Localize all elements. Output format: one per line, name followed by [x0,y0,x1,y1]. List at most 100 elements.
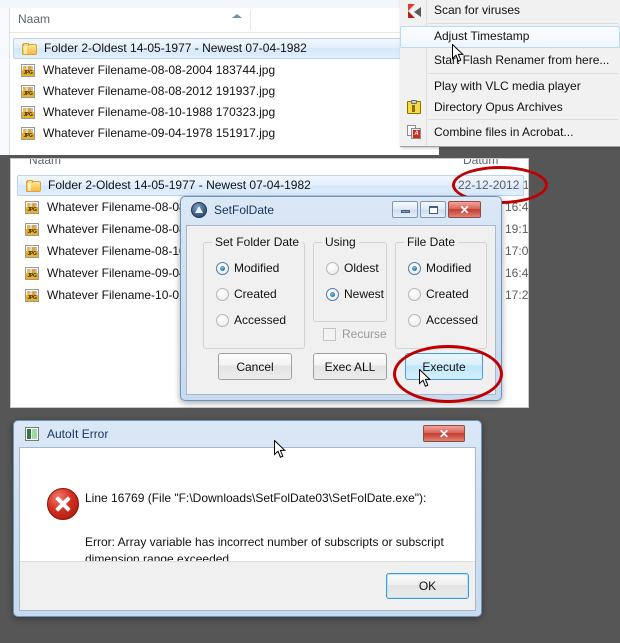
close-button[interactable]: ✕ [423,425,465,442]
jpg-file-icon: JPG [21,105,37,120]
error-message-line1: Error: Array variable has incorrect numb… [85,535,444,549]
error-icon [47,488,79,520]
group-set-folder-date: Set Folder Date Modified Created Accesse… [203,235,305,349]
file-name: Folder 2-Oldest 14-05-1977 - Newest 07-0… [44,41,307,55]
radio-dot [216,314,229,327]
context-menu-item-label: Scan for viruses [434,3,521,17]
maximize-button[interactable] [420,201,446,218]
jpg-file-icon: JPG [21,63,37,78]
context-menu-item-adjust-timestamp[interactable]: Adjust Timestamp [400,26,620,48]
left-rail [0,8,10,155]
file-name: Whatever Filename-08-08 [47,222,186,236]
close-icon: ✕ [459,203,470,217]
context-menu-item-label: Adjust Timestamp [434,29,530,43]
context-menu-item-scan-for-viruses[interactable]: Scan for viruses [401,0,619,22]
autoit-error-title: AutoIt Error [47,427,109,441]
context-menu-item-start-flash-renamer[interactable]: Start Flash Renamer from here... [401,50,619,72]
group-using: Using Oldest Newest [313,235,387,322]
ok-button[interactable]: OK [386,573,469,599]
minimize-button[interactable] [392,201,418,218]
execute-button[interactable]: Execute [405,353,483,380]
radio-label: Accessed [234,313,287,327]
file-name: Whatever Filename-08-08 [47,200,186,214]
context-menu-item-play-with-vlc[interactable]: Play with VLC media player [401,76,619,98]
jpg-file-icon: JPG [25,200,41,215]
group-caption: Using [322,235,359,249]
context-menu-item-label: Play with VLC media player [434,79,581,93]
setfoldate-dialog: SetFolDate ✕ Set Folder Date Modified Cr… [180,196,502,401]
cancel-button-label: Cancel [236,359,274,374]
setfoldate-title: SetFolDate [214,203,275,217]
jpg-file-icon: JPG [25,244,41,259]
jpg-file-icon: JPG [21,126,37,141]
directory-opus-icon [407,100,422,115]
file-name: Whatever Filename-09-04-1978 151917.jpg [43,126,276,140]
execute-button-label: Execute [422,359,466,374]
file-row-folder[interactable]: Folder 2-Oldest 14-05-1977 - Newest 07-0… [13,38,427,59]
sort-ascending-icon [232,14,242,18]
column-header-row-middle[interactable]: Naam Datum [11,159,528,172]
context-menu: Scan for viruses Adjust Timestamp Start … [400,0,620,147]
radio-dot [216,262,229,275]
file-row-folder[interactable]: Folder 2-Oldest 14-05-1977 - Newest 07-0… [17,175,528,196]
close-button[interactable]: ✕ [448,201,481,218]
radio-label: Oldest [344,261,379,275]
column-divider[interactable] [250,10,251,30]
acrobat-icon: A [407,125,422,140]
file-date: 22-12-2012 15 [458,178,529,192]
radio-dot [408,262,421,275]
radio-dot [326,262,339,275]
setfoldate-app-icon [191,202,207,218]
file-name: Whatever Filename-08-08-2004 183744.jpg [43,63,276,77]
file-name: Whatever Filename-08-10-1988 170323.jpg [43,105,276,119]
column-header-name[interactable]: Naam [29,159,61,167]
column-header-date[interactable]: Datum [463,159,498,167]
radio-label: Modified [426,261,472,275]
error-line-text: Line 16769 (File "F:\Downloads\SetFolDat… [85,491,427,505]
folder-icon [26,179,42,194]
setfoldate-titlebar[interactable]: SetFolDate ✕ [181,197,501,223]
file-row[interactable]: JPG Whatever Filename-08-10-1988 170323.… [13,102,427,123]
file-name: Whatever Filename-08-08-2012 191937.jpg [43,84,276,98]
radio-label: Modified [234,261,280,275]
radio-label: Newest [344,287,385,301]
context-menu-item-label: Start Flash Renamer from here... [434,53,610,67]
group-caption: File Date [404,235,459,249]
file-name: Whatever Filename-08-10 [47,244,186,258]
group-file-date: File Date Modified Created Accessed [395,235,487,349]
folder-icon [22,42,38,57]
autoit-error-dialog: AutoIt Error ✕ Line 16769 (File "F:\Down… [13,420,482,617]
radio-label: Accessed [426,313,479,327]
kaspersky-icon [407,3,423,19]
file-row[interactable]: JPG Whatever Filename-09-04-1978 151917.… [13,123,427,144]
checkbox-box [323,328,336,341]
autoit-error-body: Line 16769 (File "F:\Downloads\SetFolDat… [19,447,476,611]
jpg-file-icon: JPG [21,84,37,99]
radio-label: Created [426,287,469,301]
autoit-app-icon [25,427,39,441]
setfoldate-body: Set Folder Date Modified Created Accesse… [186,225,496,395]
jpg-file-icon: JPG [25,222,41,237]
file-row[interactable]: JPG Whatever Filename-08-08-2004 183744.… [13,60,427,81]
context-menu-item-directory-opus-archives[interactable]: Directory Opus Archives [401,97,619,119]
exec-all-button[interactable]: Exec ALL [313,353,387,380]
jpg-file-icon: JPG [25,288,41,303]
explorer-top-panel: Naam Folder 2-Oldest 14-05-1977 - Newest… [0,0,439,155]
ok-button-label: OK [418,579,437,593]
close-icon: ✕ [438,427,450,441]
group-caption: Set Folder Date [212,235,303,249]
file-row[interactable]: JPG Whatever Filename-08-08-2012 191937.… [13,81,427,102]
column-header-row-top[interactable]: Naam [10,8,439,33]
exec-all-button-label: Exec ALL [324,359,376,374]
cancel-button[interactable]: Cancel [218,353,292,380]
autoit-error-footer: OK [20,561,475,610]
file-name: Whatever Filename-09-04 [47,266,186,280]
context-menu-separator [428,73,618,74]
radio-dot [408,314,421,327]
checkbox-label: Recurse [342,327,387,341]
context-menu-item-label: Combine files in Acrobat... [434,125,574,139]
context-menu-separator [428,23,618,24]
autoit-error-titlebar[interactable]: AutoIt Error ✕ [14,421,481,447]
context-menu-item-combine-files-in-acrobat[interactable]: A Combine files in Acrobat... [401,122,619,144]
column-header-name[interactable]: Naam [18,12,50,26]
